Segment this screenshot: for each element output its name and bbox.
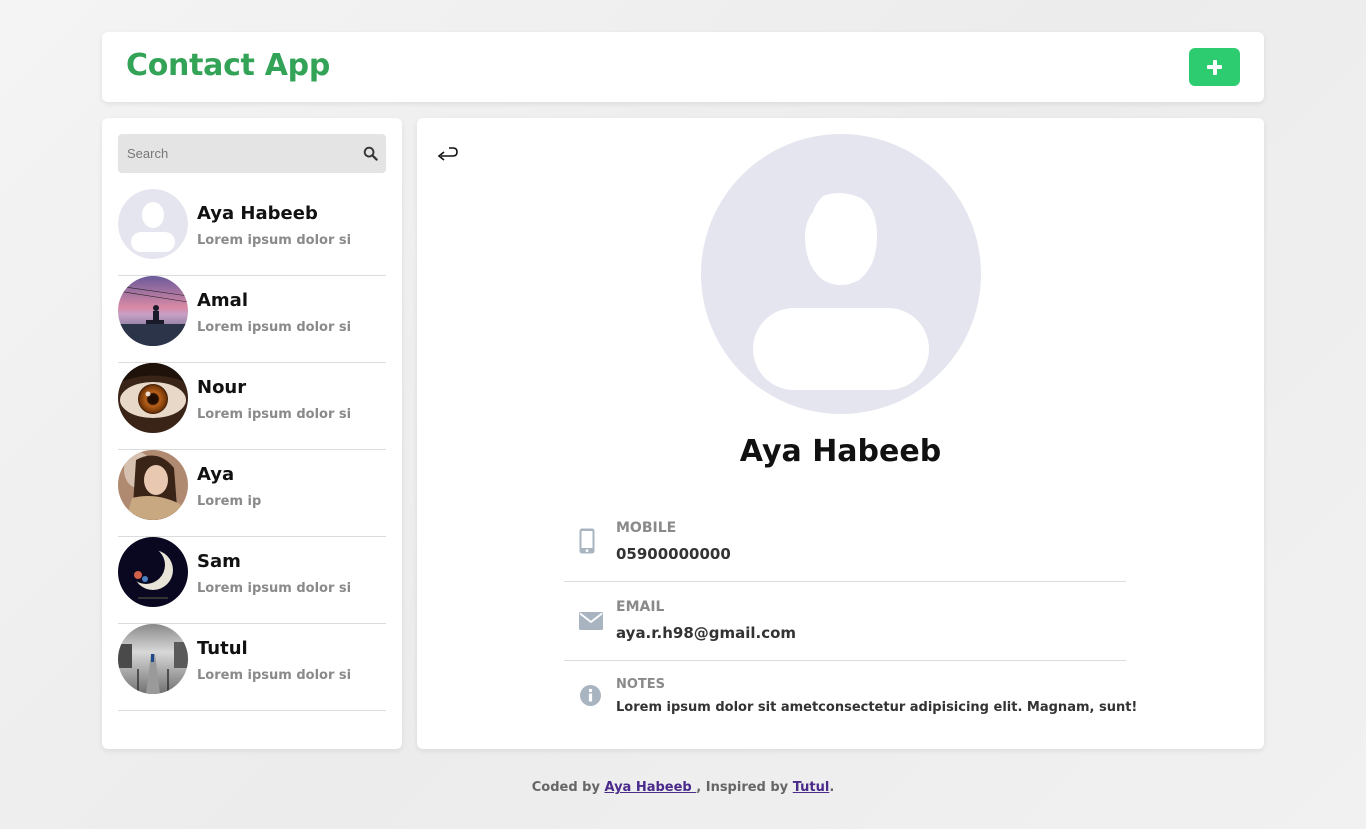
- contact-list-item[interactable]: Sam Lorem ipsum dolor si: [118, 537, 386, 624]
- mobile-label: MOBILE: [616, 520, 677, 536]
- mobile-phone-icon: [579, 528, 595, 554]
- app-title: Contact App: [126, 48, 331, 83]
- contact-name: Aya Habeeb: [197, 203, 318, 224]
- contact-name: Aya: [197, 464, 235, 485]
- notes-value: Lorem ipsum dolor sit ametconsectetur ad…: [616, 700, 1138, 715]
- contacts-sidebar: Aya Habeeb Lorem ipsum dolor si: [102, 118, 402, 749]
- return-arrow-icon[interactable]: [435, 144, 459, 162]
- add-contact-button[interactable]: [1189, 48, 1240, 86]
- contact-list: Aya Habeeb Lorem ipsum dolor si Amal Lor…: [118, 189, 386, 711]
- footer-middle: , Inspired by: [696, 780, 789, 795]
- photo-avatar: [118, 276, 188, 346]
- email-label: EMAIL: [616, 599, 665, 615]
- contact-list-item[interactable]: Nour Lorem ipsum dolor si: [118, 363, 386, 450]
- info-icon: [580, 685, 601, 706]
- contact-name: Sam: [197, 551, 241, 572]
- contact-preview: Lorem ipsum dolor si: [197, 233, 352, 248]
- photo-avatar: [118, 624, 188, 694]
- contact-name: Nour: [197, 377, 247, 398]
- contact-detail-name: Aya Habeeb: [739, 434, 942, 469]
- contact-detail-panel: Aya Habeeb MOBILE 05900000000 EMAIL aya.…: [417, 118, 1264, 749]
- contact-name: Amal: [197, 290, 249, 311]
- app-header: Contact App: [102, 32, 1264, 102]
- contact-preview: Lorem ip: [197, 494, 262, 509]
- photo-avatar: [118, 363, 188, 433]
- contact-list-item[interactable]: Aya Habeeb Lorem ipsum dolor si: [118, 189, 386, 276]
- contact-list-item[interactable]: Tutul Lorem ipsum dolor si: [118, 624, 386, 711]
- photo-avatar: [118, 537, 188, 607]
- contact-list-item[interactable]: Aya Lorem ip: [118, 450, 386, 537]
- search-input[interactable]: [118, 134, 358, 173]
- email-value[interactable]: aya.r.h98@gmail.com: [616, 624, 796, 642]
- contact-preview: Lorem ipsum dolor si: [197, 581, 352, 596]
- notes-row: NOTES Lorem ipsum dolor sit ametconsecte…: [564, 661, 1137, 731]
- contact-name: Tutul: [197, 638, 248, 659]
- footer-suffix: .: [829, 780, 835, 795]
- search-icon[interactable]: [363, 146, 378, 161]
- search-box: [118, 134, 386, 173]
- mobile-value[interactable]: 05900000000: [616, 545, 731, 563]
- contact-preview: Lorem ipsum dolor si: [197, 668, 352, 683]
- email-row: EMAIL aya.r.h98@gmail.com: [564, 582, 1126, 661]
- photo-avatar: [118, 450, 188, 520]
- notes-label: NOTES: [616, 677, 666, 692]
- mobile-row: MOBILE 05900000000: [564, 505, 1126, 582]
- footer: Coded by Aya Habeeb , Inspired by Tutul.: [0, 780, 1366, 795]
- footer-prefix: Coded by: [531, 780, 600, 795]
- inspiration-link[interactable]: Tutul: [793, 780, 830, 795]
- envelope-icon: [579, 612, 603, 630]
- contact-preview: Lorem ipsum dolor si: [197, 320, 352, 335]
- default-avatar: [118, 189, 188, 259]
- contact-avatar-large: [701, 134, 981, 414]
- contact-list-item[interactable]: Amal Lorem ipsum dolor si: [118, 276, 386, 363]
- author-link[interactable]: Aya Habeeb: [604, 780, 696, 795]
- contact-preview: Lorem ipsum dolor si: [197, 407, 352, 422]
